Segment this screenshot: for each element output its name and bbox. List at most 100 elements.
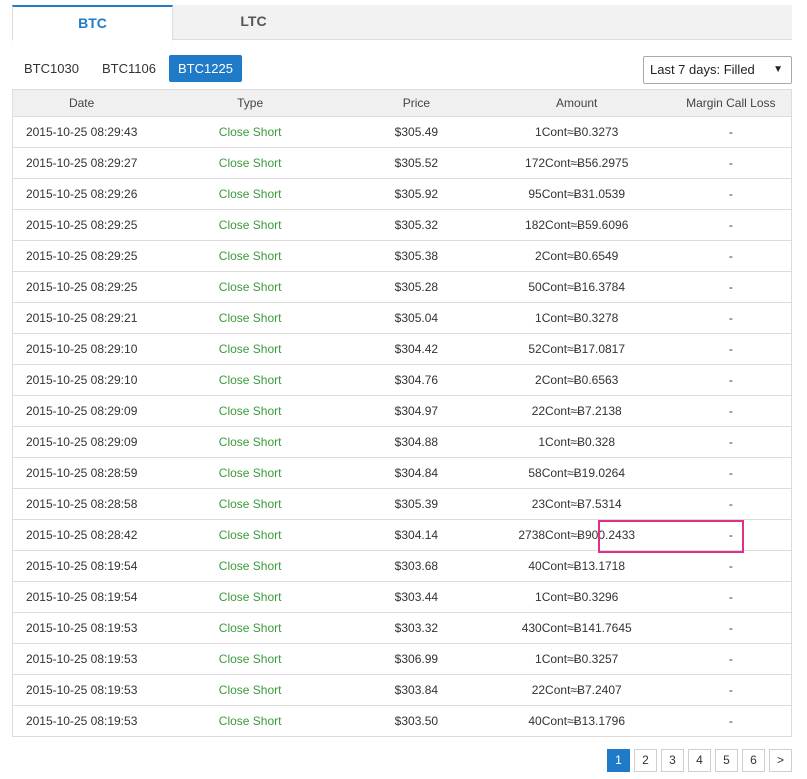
- cell-date: 2015-10-25 08:19:53: [12, 643, 151, 675]
- order-history-table: Date Type Price Amount Margin Call Loss …: [12, 89, 792, 737]
- cell-price: $304.97: [349, 395, 483, 427]
- page-button-6[interactable]: 6: [742, 749, 765, 772]
- cell-margin-call-loss: -: [670, 457, 792, 489]
- cell-price: $303.68: [349, 550, 483, 582]
- cell-price: $305.32: [349, 209, 483, 241]
- cell-margin-call-loss: -: [670, 426, 792, 458]
- table-row: 2015-10-25 08:29:09 Close Short $304.88 1Co…: [12, 426, 792, 458]
- cell-price: $303.50: [349, 705, 483, 737]
- cell-date: 2015-10-25 08:28:59: [12, 457, 151, 489]
- cell-margin-call-loss: -: [670, 519, 792, 551]
- cell-amount: 1Cont≈Ƀ0.3257: [482, 643, 671, 675]
- cell-amount: 2Cont≈Ƀ0.6549: [482, 240, 671, 272]
- table-row: 2015-10-25 08:19:54 Close Short $303.68 40C…: [12, 550, 792, 582]
- cell-date: 2015-10-25 08:29:09: [12, 395, 151, 427]
- cell-date: 2015-10-25 08:29:21: [12, 302, 151, 334]
- period-filter-select[interactable]: Last 7 days: Filled ▼: [643, 56, 792, 84]
- page-button-2[interactable]: 2: [634, 749, 657, 772]
- cell-type: Close Short: [150, 209, 350, 241]
- header-price: Price: [349, 89, 483, 117]
- cell-date: 2015-10-25 08:19:53: [12, 705, 151, 737]
- cell-margin-call-loss: -: [670, 643, 792, 675]
- cell-type: Close Short: [150, 612, 350, 644]
- table-row: 2015-10-25 08:28:59 Close Short $304.84 58C…: [12, 457, 792, 489]
- contract-tab-btc1106[interactable]: BTC1106: [94, 55, 164, 82]
- cell-amount: 430Cont≈Ƀ141.7645: [482, 612, 671, 644]
- cell-margin-call-loss: -: [670, 147, 792, 179]
- cell-type: Close Short: [150, 364, 350, 396]
- cell-amount: 1Cont≈Ƀ0.3273: [535, 125, 619, 139]
- page-button-3[interactable]: 3: [661, 749, 684, 772]
- cell-price: $305.28: [349, 271, 483, 303]
- header-type: Type: [150, 89, 350, 117]
- cell-date: 2015-10-25 08:29:25: [12, 209, 151, 241]
- cell-price: $305.49: [394, 125, 439, 139]
- cell-margin-call-loss: -: [670, 240, 792, 272]
- cell-margin-call-loss: -: [670, 488, 792, 520]
- cell-date: 2015-10-25 08:29:10: [12, 364, 151, 396]
- cell-price: $305.04: [349, 302, 483, 334]
- cell-margin-call-loss: -: [670, 674, 792, 706]
- caret-down-icon: ▼: [773, 64, 783, 75]
- cell-type: Close Short: [150, 426, 350, 458]
- cell-margin-call-loss: -: [670, 271, 792, 303]
- cell-type: Close Short: [150, 457, 350, 489]
- tab-ltc[interactable]: LTC: [173, 5, 334, 40]
- cell-type: Close Short: [150, 240, 350, 272]
- tab-btc[interactable]: BTC: [12, 5, 173, 41]
- cell-margin-call-loss: -: [670, 581, 792, 613]
- table-row: 2015-10-25 08:19:53 Close Short $303.50 40C…: [12, 705, 792, 737]
- page-button-5[interactable]: 5: [715, 749, 738, 772]
- cell-price: $303.84: [349, 674, 483, 706]
- table-row: 2015-10-25 08:19:53 Close Short $303.32 430…: [12, 612, 792, 644]
- table-row: 2015-10-25 08:28:42 Close Short $304.14 273…: [12, 519, 792, 553]
- cell-amount: 1Cont≈Ƀ0.3296: [482, 581, 671, 613]
- contract-bar: BTC1030 BTC1106 BTC1225 Last 7 days: Fil…: [12, 55, 792, 85]
- cell-type: Close Short: [150, 178, 350, 210]
- period-filter-value: Last 7 days: Filled: [650, 62, 755, 77]
- table-row: 2015-10-25 08:29:27 Close Short $305.52 172…: [12, 147, 792, 179]
- cell-amount: 40Cont≈Ƀ13.1796: [482, 705, 671, 737]
- next-page-button[interactable]: >: [769, 749, 792, 772]
- contract-tab-btc1030[interactable]: BTC1030: [16, 55, 87, 82]
- cell-margin-call-loss: -: [670, 612, 792, 644]
- cell-price: $305.39: [349, 488, 483, 520]
- table-row: 2015-10-25 08:29:25 Close Short $305.38 2Co…: [12, 240, 792, 272]
- header-date: Date: [12, 89, 151, 117]
- cell-amount: 58Cont≈Ƀ19.0264: [482, 457, 671, 489]
- cell-date: 2015-10-25 08:19:54: [12, 581, 151, 613]
- table-row: 2015-10-25 08:19:53 Close Short $303.84 22C…: [12, 674, 792, 706]
- cell-date: 2015-10-25 08:29:09: [12, 426, 151, 458]
- cell-price: $303.32: [349, 612, 483, 644]
- cell-amount: 23Cont≈Ƀ7.5314: [482, 488, 671, 520]
- cell-type: Close Short: [150, 581, 350, 613]
- cell-margin-call-loss: -: [670, 302, 792, 334]
- cell-type: Close Short: [150, 395, 350, 427]
- cell-price: $306.99: [349, 643, 483, 675]
- cell-amount: 1Cont≈Ƀ0.328: [482, 426, 671, 458]
- cell-date: 2015-10-25 08:28:58: [12, 488, 151, 520]
- cell-margin-call-loss: -: [670, 550, 792, 582]
- page-button-4[interactable]: 4: [688, 749, 711, 772]
- cell-type: Close Short: [218, 125, 282, 139]
- cell-amount: 22Cont≈Ƀ7.2138: [482, 395, 671, 427]
- contract-tab-btc1225[interactable]: BTC1225: [169, 55, 242, 82]
- cell-type: Close Short: [150, 333, 350, 365]
- cell-amount: 50Cont≈Ƀ16.3784: [482, 271, 671, 303]
- table-row: 2015-10-25 08:29:10 Close Short $304.76 2Co…: [12, 364, 792, 396]
- cell-date: 2015-10-25 08:28:42: [12, 519, 151, 551]
- cell-date: 2015-10-25 08:19:54: [12, 550, 151, 582]
- cell-price: $304.42: [349, 333, 483, 365]
- cell-type: Close Short: [150, 519, 350, 551]
- cell-price: $303.44: [349, 581, 483, 613]
- cell-amount: 52Cont≈Ƀ17.0817: [482, 333, 671, 365]
- cell-type: Close Short: [150, 271, 350, 303]
- table-row: 2015-10-25 08:29:26 Close Short $305.92 95C…: [12, 178, 792, 210]
- cell-price: $304.88: [349, 426, 483, 458]
- cell-margin-call-loss: -: [728, 125, 733, 139]
- pagination: 1 2 3 4 5 6 >: [603, 749, 792, 772]
- page-button-1[interactable]: 1: [607, 749, 630, 772]
- cell-amount: 95Cont≈Ƀ31.0539: [482, 178, 671, 210]
- table-row: 2015-10-25 08:19:54 Close Short $303.44 1Co…: [12, 581, 792, 613]
- cell-date: 2015-10-25 08:19:53: [12, 674, 151, 706]
